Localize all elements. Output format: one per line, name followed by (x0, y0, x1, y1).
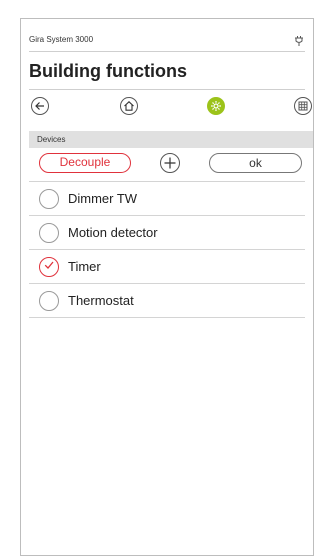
device-label: Timer (68, 259, 101, 274)
radio-unchecked[interactable] (39, 291, 59, 311)
radio-unchecked[interactable] (39, 189, 59, 209)
list-item[interactable]: Motion detector (29, 215, 305, 249)
system-title: Gira System 3000 (29, 35, 94, 44)
checkmark-icon (43, 258, 55, 276)
device-label: Dimmer TW (68, 191, 138, 206)
home-icon (123, 100, 135, 112)
list-item[interactable]: Dimmer TW (29, 181, 305, 215)
section-header: Devices (29, 131, 313, 148)
action-bar: Decouple ok (29, 153, 305, 177)
back-icon (34, 100, 46, 112)
ok-button[interactable]: ok (209, 153, 302, 173)
add-button[interactable] (160, 153, 180, 173)
plus-icon (161, 157, 179, 176)
plug-icon (293, 34, 305, 46)
system-bar: Gira System 3000 (29, 33, 305, 52)
list-item[interactable]: Timer (29, 249, 305, 283)
title-divider (29, 89, 305, 90)
grid-button[interactable] (294, 97, 312, 115)
home-button[interactable] (120, 97, 138, 115)
device-label: Motion detector (68, 225, 158, 240)
nav-bar (29, 93, 312, 121)
settings-button[interactable] (207, 97, 225, 115)
device-label: Thermostat (68, 293, 134, 308)
app-frame: Gira System 3000 Building functions Devi… (20, 18, 314, 556)
section-title: Devices (37, 135, 66, 144)
device-list: Dimmer TW Motion detector Timer Thermost… (29, 181, 305, 318)
list-item[interactable]: Thermostat (29, 283, 305, 318)
grid-icon (297, 100, 309, 112)
back-button[interactable] (31, 97, 49, 115)
gear-icon (210, 100, 222, 112)
page-title: Building functions (29, 61, 187, 81)
decouple-button[interactable]: Decouple (39, 153, 131, 173)
radio-checked[interactable] (39, 257, 59, 277)
radio-unchecked[interactable] (39, 223, 59, 243)
